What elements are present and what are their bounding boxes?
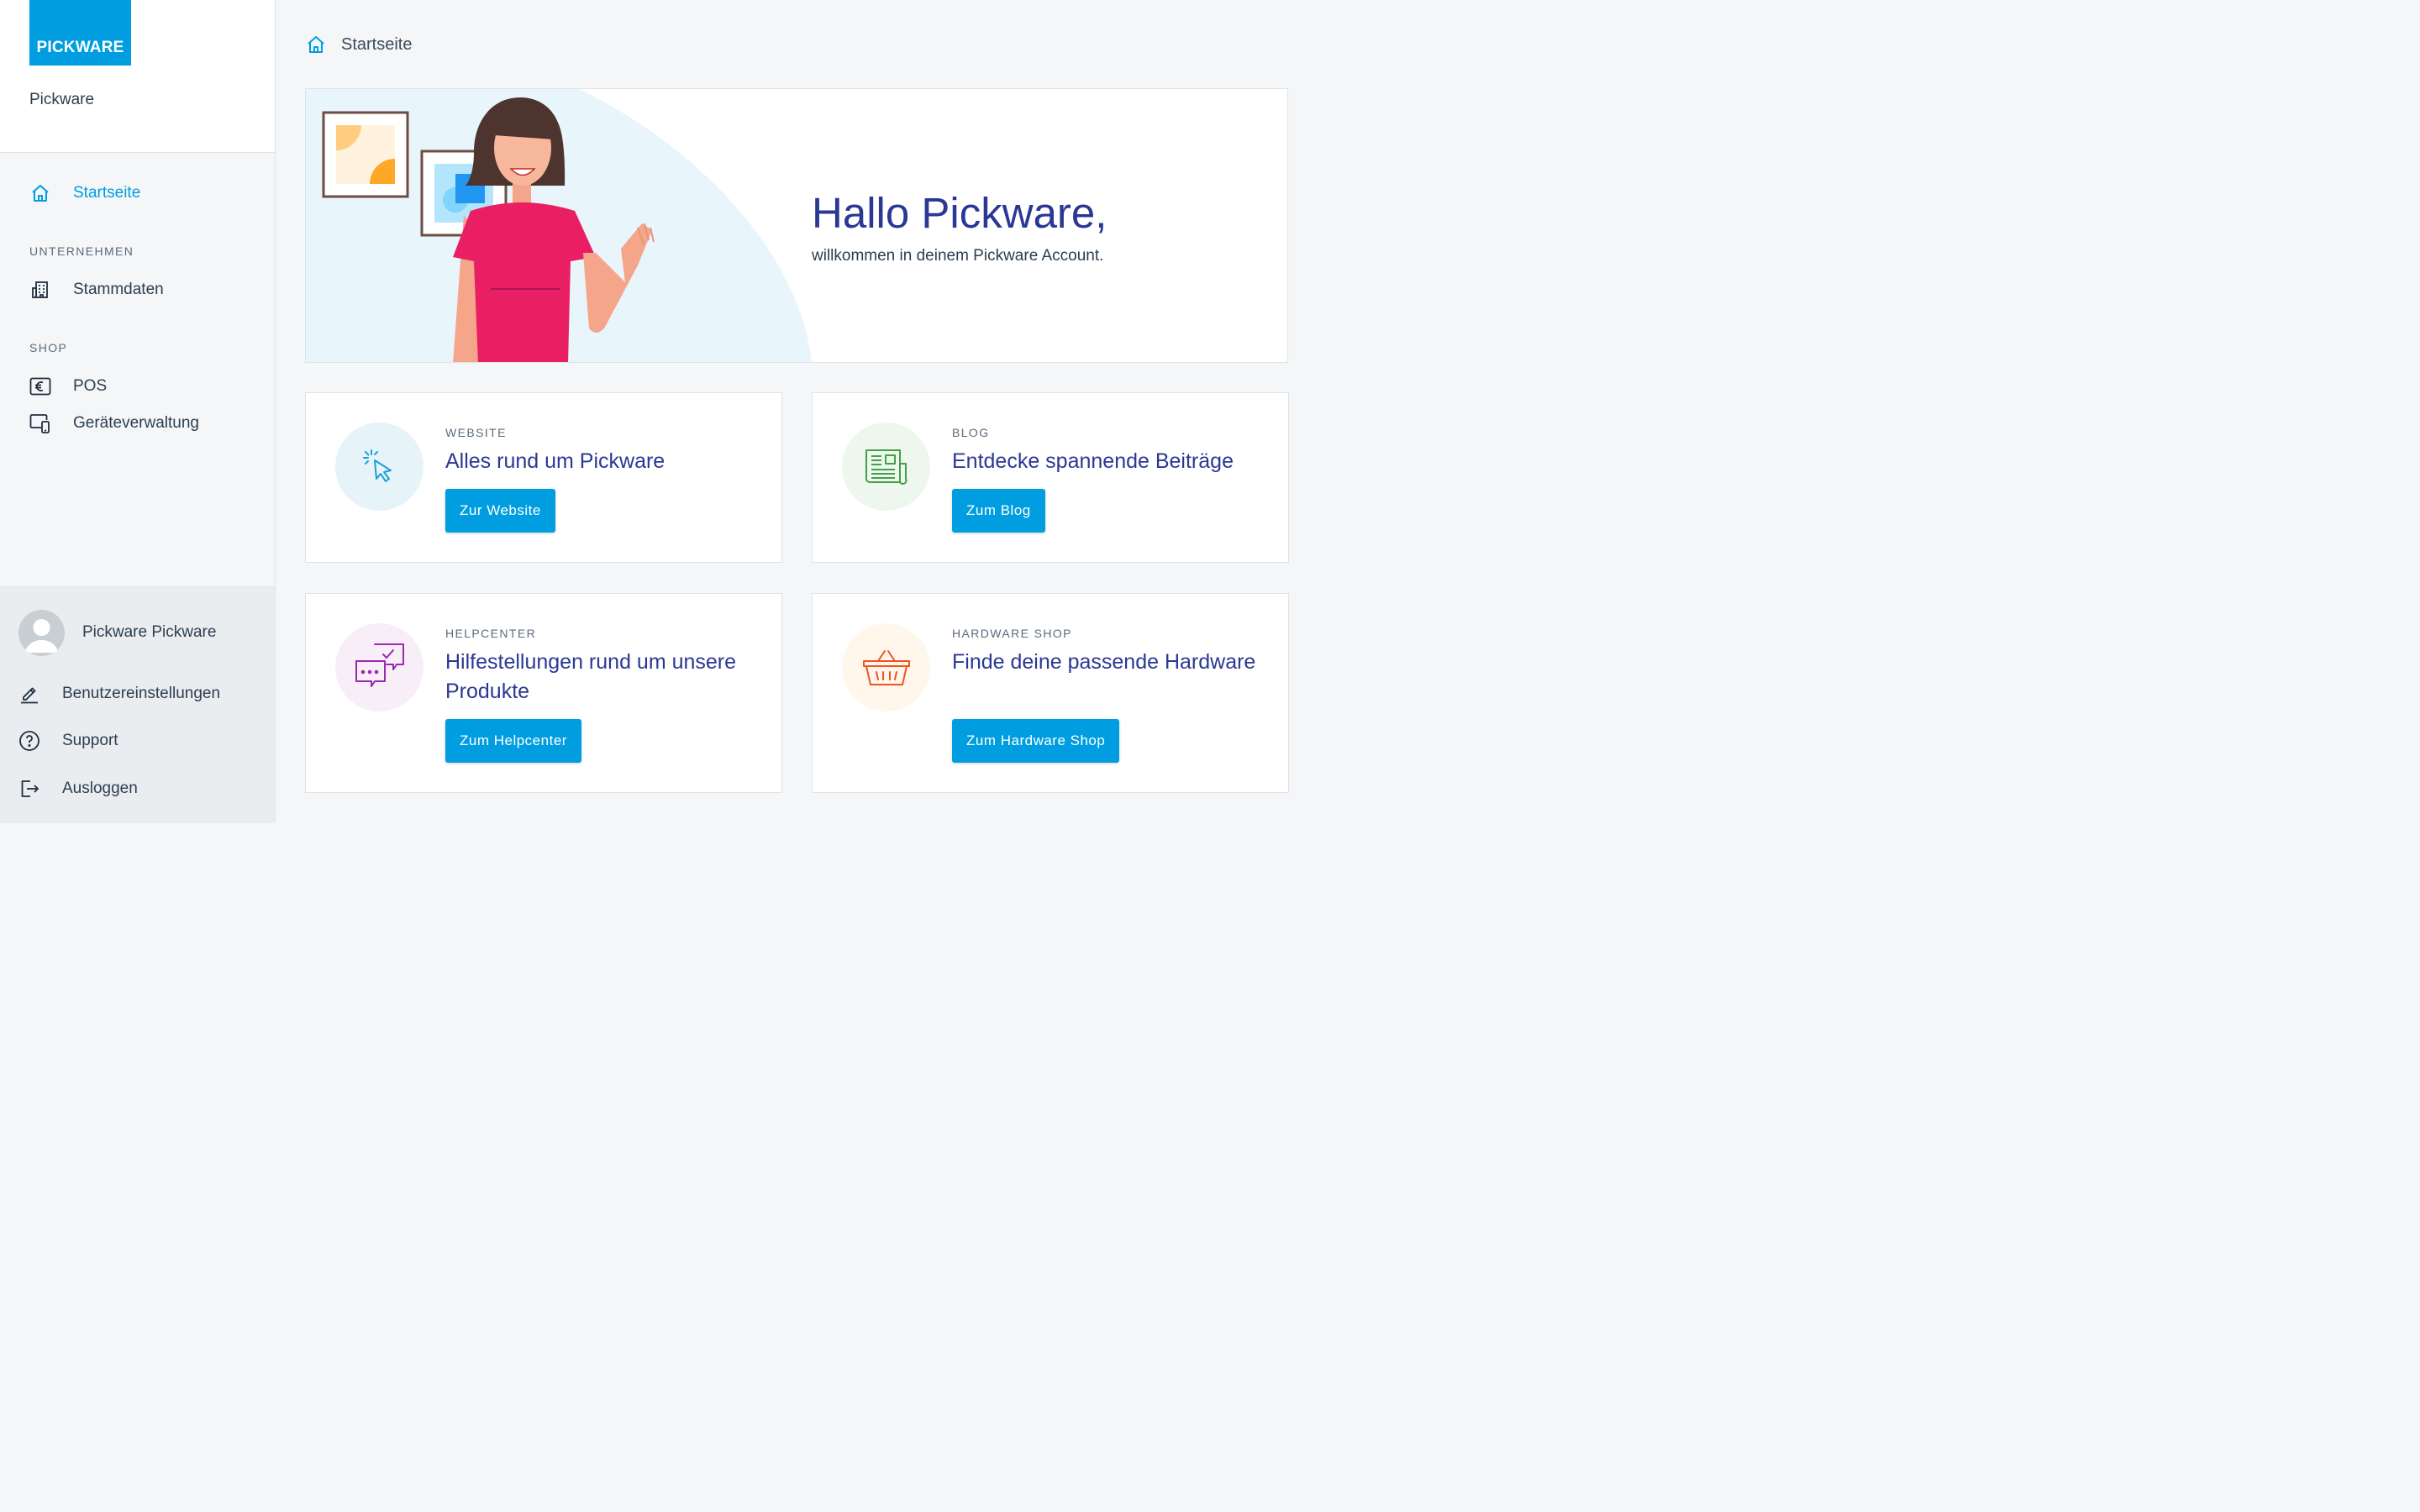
card-website: WEBSITE Alles rund um Pickware Zur Websi… [305,392,782,563]
home-icon [29,182,51,204]
card-title: Finde deine passende Hardware [952,650,1256,674]
welcome-banner: Hallo Pickware, willkommen in deinem Pic… [305,88,1288,363]
card-blog: BLOG Entdecke spannende Beiträge Zum Blo… [812,392,1289,563]
sidebar-item-label: POS [73,377,108,395]
website-button[interactable]: Zur Website [445,489,555,533]
user-area: Pickware Pickware Benutzereinstellungen … [0,586,275,823]
hardware-shop-button[interactable]: Zum Hardware Shop [952,719,1120,763]
sidebar-item-startseite[interactable]: Startseite [29,181,140,206]
avatar[interactable] [18,610,65,656]
welcome-title: Hallo Pickware, [812,189,1107,237]
card-kicker: HELPCENTER [445,627,537,640]
sidebar: PICKWARE Pickware Startseite UNTERNEHMEN… [0,0,276,823]
welcome-illustration [306,89,812,362]
user-name: Pickware Pickware [82,623,217,641]
logo-text: PICKWARE [36,39,124,56]
section-title-shop: SHOP [29,341,68,354]
sidebar-item-label: Startseite [73,184,141,202]
card-kicker: BLOG [952,426,990,439]
breadcrumb: Startseite [305,32,412,57]
card-hardware-shop: HARDWARE SHOP Finde deine passende Hardw… [812,593,1289,793]
sidebar-item-label: Geräteverwaltung [73,414,199,432]
user-link-benutzereinstellungen[interactable]: Benutzereinstellungen [18,681,220,706]
pencil-icon [18,683,40,705]
blog-button[interactable]: Zum Blog [952,489,1045,533]
help-icon [18,730,40,752]
card-title: Hilfestellungen rund um unsere Produkte [445,650,737,703]
pickware-logo[interactable]: PICKWARE [29,0,131,66]
welcome-subtitle: willkommen in deinem Pickware Account. [812,247,1104,265]
section-title-unternehmen: UNTERNEHMEN [29,244,134,258]
card-title: Entdecke spannende Beiträge [952,449,1234,473]
user-link-support[interactable]: Support [18,728,118,753]
newspaper-icon [842,423,930,511]
sidebar-item-label: Stammdaten [73,281,164,298]
user-link-label: Support [62,732,118,749]
card-title: Alles rund um Pickware [445,449,666,473]
sidebar-item-pos[interactable]: POS [29,374,107,399]
euro-icon [29,375,51,397]
building-icon [29,279,51,301]
basket-icon [842,623,930,711]
card-kicker: WEBSITE [445,426,507,439]
card-kicker: HARDWARE SHOP [952,627,1072,640]
chat-icon [335,623,424,711]
cursor-click-icon [335,423,424,511]
card-helpcenter: HELPCENTER Hilfestellungen rund um unser… [305,593,782,793]
account-name: Pickware [29,91,95,108]
brand-header: PICKWARE Pickware [0,0,275,153]
logout-icon [18,778,40,800]
helpcenter-button[interactable]: Zum Helpcenter [445,719,581,763]
devices-icon [29,412,51,434]
user-link-label: Ausloggen [62,780,138,797]
breadcrumb-current: Startseite [341,34,413,54]
home-icon[interactable] [305,34,327,55]
sidebar-item-stammdaten[interactable]: Stammdaten [29,277,164,302]
user-link-label: Benutzereinstellungen [62,685,221,702]
sidebar-item-geraeteverwaltung[interactable]: Geräteverwaltung [29,411,199,436]
user-link-ausloggen[interactable]: Ausloggen [18,776,138,801]
